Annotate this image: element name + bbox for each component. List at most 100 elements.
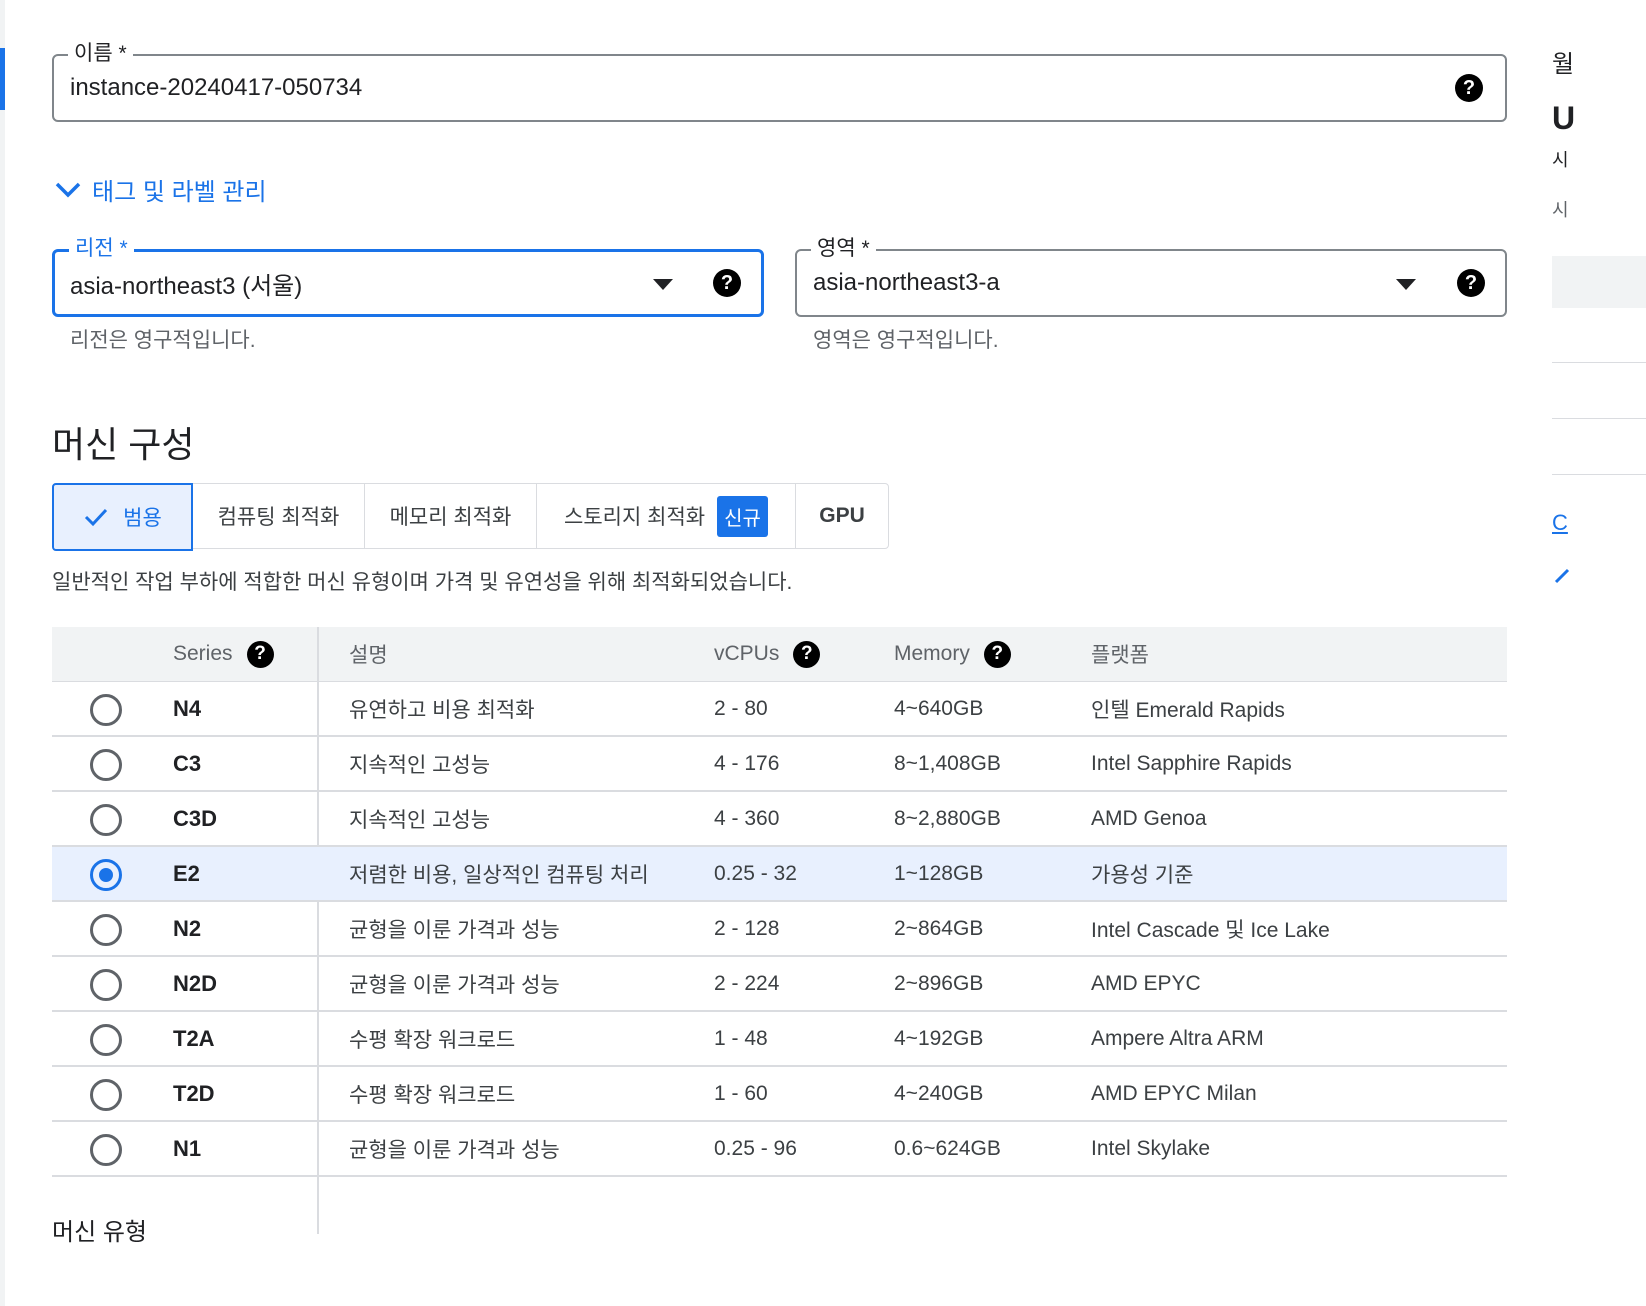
machine-family-tabs: 범용 컴퓨팅 최적화 메모리 최적화 스토리지 최적화 신규 GPU [52,483,889,551]
tab-label: 메모리 최적화 [389,506,512,529]
edit-icon[interactable] [1552,566,1572,586]
series-vcpus: 0.25 - 32 [714,861,797,885]
table-row[interactable]: E2 저렴한 비용, 일상적인 컴퓨팅 처리 0.25 - 32 1~128GB 가용성… [52,847,1507,902]
divider [1552,418,1646,419]
series-vcpus: 1 - 60 [714,1081,768,1105]
check-icon [85,508,108,527]
series-description: 지속적인 고성능 [349,808,491,832]
machine-family-description: 일반적인 작업 부하에 적합한 머신 유형이며 가격 및 유연성을 위해 최적화… [52,571,793,594]
table-row[interactable]: T2A 수평 확장 워크로드 1 - 48 4~192GB Ampere Altra A… [52,1012,1507,1067]
series-name: N2 [173,915,202,941]
series-name: C3D [173,805,218,831]
column-header-memory: Memory ? [894,627,1011,681]
table-row[interactable]: C3D 지속적인 고성능 4 - 360 8~2,880GB AMD Genoa [52,792,1507,847]
manage-tags-labels-link[interactable]: 태그 및 라벨 관리 [54,172,267,207]
series-vcpus: 2 - 80 [714,696,768,720]
series-radio-button[interactable] [90,749,122,781]
region-value: asia-northeast3 (서울) [70,272,303,300]
table-body: N4 유연하고 비용 최적화 2 - 80 4~640GB 인텔 Emerald Rap… [52,627,1507,1234]
dropdown-arrow-icon[interactable] [653,279,673,290]
tab-general-purpose[interactable]: 범용 [52,483,193,551]
summary-text: 시 [1552,150,1569,170]
series-vcpus: 2 - 128 [714,916,780,940]
table-row[interactable]: T2D 수평 확장 워크로드 1 - 60 4~240GB AMD EPYC Milan [52,1067,1507,1122]
tab-memory-optimized[interactable]: 메모리 최적화 [365,484,537,548]
dropdown-arrow-icon[interactable] [1396,279,1416,290]
series-vcpus: 1 - 48 [714,1026,768,1050]
series-description: 유연하고 비용 최적화 [349,698,535,722]
machine-type-title: 머신 유형 [52,1219,147,1246]
series-platform: Intel Skylake [1091,1136,1211,1160]
series-radio-button[interactable] [90,1134,122,1166]
series-platform: Ampere Altra ARM [1091,1026,1264,1050]
help-icon[interactable]: ? [1455,74,1483,102]
manage-tags-label: 태그 및 라벨 관리 [92,179,267,206]
series-radio-button[interactable] [90,1024,122,1056]
series-radio-button[interactable] [90,969,122,1001]
tab-label: GPU [819,504,865,527]
summary-box [1552,256,1646,308]
tab-label: 범용 [123,507,162,530]
summary-text: 시 [1552,200,1569,220]
series-name: E2 [173,860,200,886]
summary-link[interactable]: C [1552,510,1568,536]
table-row[interactable]: N1 균형을 이룬 가격과 성능 0.25 - 96 0.6~624GB Intel S… [52,1122,1507,1177]
tab-label: 컴퓨팅 최적화 [217,506,340,529]
summary-text: 월 [1552,51,1575,78]
series-description: 수평 확장 워크로드 [349,1028,516,1052]
tab-label: 스토리지 최적화 [564,506,706,529]
table-row[interactable]: N4 유연하고 비용 최적화 2 - 80 4~640GB 인텔 Emerald Rap… [52,682,1507,737]
instance-name-field[interactable]: 이름 * instance-20240417-050734 ? [52,40,1507,122]
series-platform: AMD EPYC [1091,971,1201,995]
region-select[interactable]: 리전 * asia-northeast3 (서울) ? [52,235,764,317]
column-header-label: 설명 [349,644,388,667]
series-platform: 인텔 Emerald Rapids [1091,698,1285,722]
help-icon[interactable]: ? [1457,269,1485,297]
table-row[interactable]: N2 균형을 이룬 가격과 성능 2 - 128 2~864GB Intel Casca… [52,902,1507,957]
series-radio-button[interactable] [90,694,122,726]
column-header-platform: 플랫폼 [1091,627,1149,681]
region-hint: 리전은 영구적입니다. [70,329,256,352]
series-radio-button[interactable] [90,1079,122,1111]
table-row[interactable]: N2D 균형을 이룬 가격과 성능 2 - 224 2~896GB AMD EPYC [52,957,1507,1012]
series-description: 균형을 이룬 가격과 성능 [349,1138,560,1162]
instance-name-value[interactable]: instance-20240417-050734 [70,56,362,120]
column-header-label: Memory [894,642,970,665]
zone-hint: 영역은 영구적입니다. [813,329,999,352]
column-header-description: 설명 [349,627,388,681]
help-icon[interactable]: ? [246,640,274,668]
series-memory: 2~896GB [894,971,984,995]
series-radio-button[interactable] [90,914,122,946]
series-platform: Intel Sapphire Rapids [1091,751,1292,775]
series-memory: 2~864GB [894,916,984,940]
zone-value: asia-northeast3-a [813,269,1000,296]
series-vcpus: 4 - 360 [714,806,780,830]
tab-gpu[interactable]: GPU [796,484,888,548]
new-badge: 신규 [717,495,768,537]
series-memory: 8~1,408GB [894,751,1001,775]
zone-select[interactable]: 영역 * asia-northeast3-a ? [795,235,1507,317]
help-icon[interactable]: ? [713,269,741,297]
series-description: 지속적인 고성능 [349,753,491,777]
tab-compute-optimized[interactable]: 컴퓨팅 최적화 [193,484,365,548]
series-description: 균형을 이룬 가격과 성능 [349,973,560,997]
series-radio-button[interactable] [90,804,122,836]
divider [1552,474,1646,475]
series-memory: 8~2,880GB [894,806,1001,830]
left-rail-active-marker [0,48,5,110]
help-icon[interactable]: ? [983,640,1011,668]
series-memory: 4~640GB [894,696,984,720]
right-summary-panel: 월 U 시 시 C [1540,0,1646,1306]
series-description: 균형을 이룬 가격과 성능 [349,918,560,942]
column-header-series: Series ? [173,627,274,681]
series-radio-button[interactable] [90,859,122,891]
series-name: T2A [173,1025,215,1051]
series-platform: 가용성 기준 [1091,863,1194,887]
series-description: 저렴한 비용, 일상적인 컴퓨팅 처리 [349,863,649,887]
series-vcpus: 2 - 224 [714,971,780,995]
table-row[interactable]: C3 지속적인 고성능 4 - 176 8~1,408GB Intel Sapphire… [52,737,1507,792]
tab-storage-optimized[interactable]: 스토리지 최적화 신규 [537,484,796,548]
series-name: C3 [173,750,202,776]
help-icon[interactable]: ? [793,640,821,668]
column-header-label: 플랫폼 [1091,644,1149,667]
